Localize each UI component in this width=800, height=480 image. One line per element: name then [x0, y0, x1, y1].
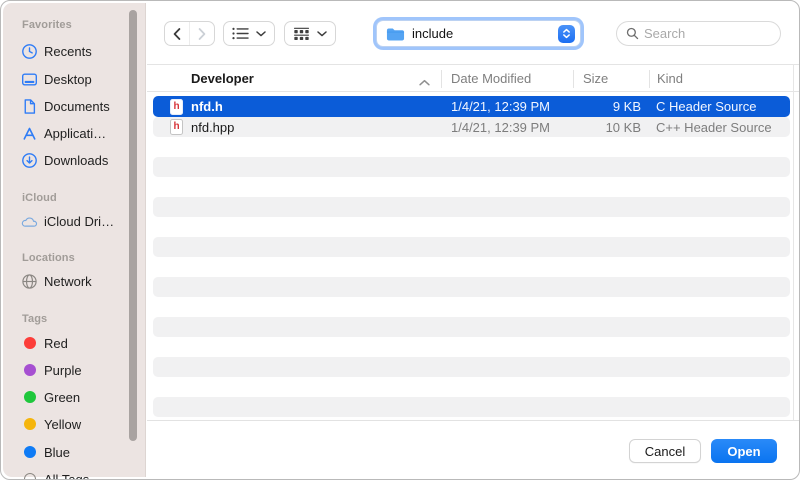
- search-icon: [626, 27, 639, 40]
- chevron-right-icon: [198, 28, 206, 40]
- file-size: 10 KB: [525, 120, 641, 135]
- sidebar-item-downloads[interactable]: Downloads: [21, 150, 108, 170]
- sidebar-item-label: Downloads: [44, 153, 108, 168]
- open-button[interactable]: Open: [711, 439, 777, 463]
- tag-dot-icon: [21, 362, 38, 379]
- download-circle-icon: [21, 152, 38, 169]
- sidebar-item-documents[interactable]: Documents: [21, 96, 110, 116]
- current-folder-dropdown[interactable]: include: [376, 20, 581, 47]
- forward-button[interactable]: [189, 22, 214, 45]
- all-tags-circle-icon: [21, 471, 38, 480]
- file-kind: C++ Header Source: [656, 120, 772, 135]
- empty-row-stripe: [153, 237, 790, 257]
- search-field: [616, 21, 781, 46]
- sidebar-item-tag-red[interactable]: Red: [21, 333, 68, 353]
- folder-icon: [386, 27, 405, 41]
- sidebar-item-label: Applicati…: [44, 126, 106, 141]
- clock-icon: [21, 43, 38, 60]
- file-row-nfd-hpp[interactable]: h nfd.hpp 1/4/21, 12:39 PM 10 KB C++ Hea…: [153, 117, 790, 137]
- sort-ascending-icon: [419, 74, 430, 89]
- footer-divider: [147, 420, 799, 421]
- document-icon: [21, 98, 38, 115]
- sidebar-section-locations: Locations: [22, 252, 75, 264]
- column-header-kind[interactable]: Kind: [657, 71, 683, 86]
- globe-icon: [21, 273, 38, 290]
- list-view-icon: [232, 27, 249, 40]
- sidebar-item-tag-blue[interactable]: Blue: [21, 442, 70, 462]
- empty-row-stripe: [153, 277, 790, 297]
- sidebar-item-recents[interactable]: Recents: [21, 41, 92, 61]
- column-header-size[interactable]: Size: [583, 71, 608, 86]
- sidebar-item-desktop[interactable]: Desktop: [21, 69, 92, 89]
- empty-row-stripe: [153, 397, 790, 417]
- sidebar-section-favorites: Favorites: [22, 19, 72, 31]
- column-header-date-modified[interactable]: Date Modified: [451, 71, 531, 86]
- sidebar-scrollbar[interactable]: [129, 10, 137, 441]
- tag-dot-icon: [21, 389, 38, 406]
- file-row-nfd-h[interactable]: h nfd.h 1/4/21, 12:39 PM 9 KB C Header S…: [153, 96, 790, 117]
- search-input[interactable]: [644, 26, 771, 41]
- sidebar-item-icloud-drive[interactable]: iCloud Dri…: [21, 211, 114, 231]
- sidebar-item-network[interactable]: Network: [21, 271, 92, 291]
- column-divider: [573, 70, 574, 88]
- current-folder-label: include: [412, 26, 558, 41]
- sidebar-item-tag-green[interactable]: Green: [21, 387, 80, 407]
- sidebar: Favorites Recents Desktop Documents Appl…: [3, 3, 146, 477]
- sidebar-item-label: iCloud Dri…: [44, 214, 114, 229]
- group-view-button[interactable]: [284, 21, 336, 46]
- sidebar-item-label: Green: [44, 390, 80, 405]
- tag-dot-icon: [21, 416, 38, 433]
- sidebar-item-label: Network: [44, 274, 92, 289]
- empty-row-stripe: [153, 317, 790, 337]
- sidebar-item-label: Desktop: [44, 72, 92, 87]
- sidebar-item-label: Documents: [44, 99, 110, 114]
- sidebar-item-label: Purple: [44, 363, 82, 378]
- sidebar-section-tags: Tags: [22, 313, 47, 325]
- c-header-file-icon: h: [170, 99, 183, 115]
- sidebar-item-label: Red: [44, 336, 68, 351]
- list-scrollbar-track: [793, 64, 794, 420]
- sidebar-item-all-tags[interactable]: All Tags: [21, 469, 89, 480]
- sidebar-section-icloud: iCloud: [22, 192, 57, 204]
- column-divider: [441, 70, 442, 88]
- chevron-down-icon: [317, 31, 327, 37]
- desktop-icon: [21, 71, 38, 88]
- empty-row-stripe: [153, 157, 790, 177]
- tag-dot-icon: [21, 335, 38, 352]
- list-column-headers: Developer Date Modified Size Kind: [147, 64, 799, 92]
- sidebar-item-label: All Tags: [44, 472, 89, 480]
- history-nav-group: [164, 21, 215, 46]
- cloud-icon: [21, 213, 38, 230]
- chevron-down-icon: [256, 31, 266, 37]
- column-header-name[interactable]: Developer: [191, 71, 254, 86]
- list-view-button[interactable]: [223, 21, 275, 46]
- dropdown-stepper-icon: [558, 25, 575, 43]
- sidebar-item-label: Yellow: [44, 417, 81, 432]
- sidebar-item-tag-yellow[interactable]: Yellow: [21, 414, 81, 434]
- sidebar-item-label: Blue: [44, 445, 70, 460]
- chevron-left-icon: [173, 28, 181, 40]
- file-kind: C Header Source: [656, 99, 756, 114]
- empty-row-stripe: [153, 357, 790, 377]
- cpp-header-file-icon: h: [170, 119, 183, 135]
- app-store-icon: [21, 125, 38, 142]
- sidebar-item-tag-purple[interactable]: Purple: [21, 360, 82, 380]
- file-name: nfd.h: [191, 99, 223, 114]
- grid-view-icon: [293, 27, 310, 41]
- file-open-dialog: Favorites Recents Desktop Documents Appl…: [0, 0, 800, 480]
- sidebar-item-label: Recents: [44, 44, 92, 59]
- file-name: nfd.hpp: [191, 120, 234, 135]
- cancel-button[interactable]: Cancel: [629, 439, 701, 463]
- sidebar-item-applications[interactable]: Applicati…: [21, 123, 106, 143]
- empty-row-stripe: [153, 197, 790, 217]
- back-button[interactable]: [165, 22, 189, 45]
- file-size: 9 KB: [525, 99, 641, 114]
- tag-dot-icon: [21, 444, 38, 461]
- column-divider: [649, 70, 650, 88]
